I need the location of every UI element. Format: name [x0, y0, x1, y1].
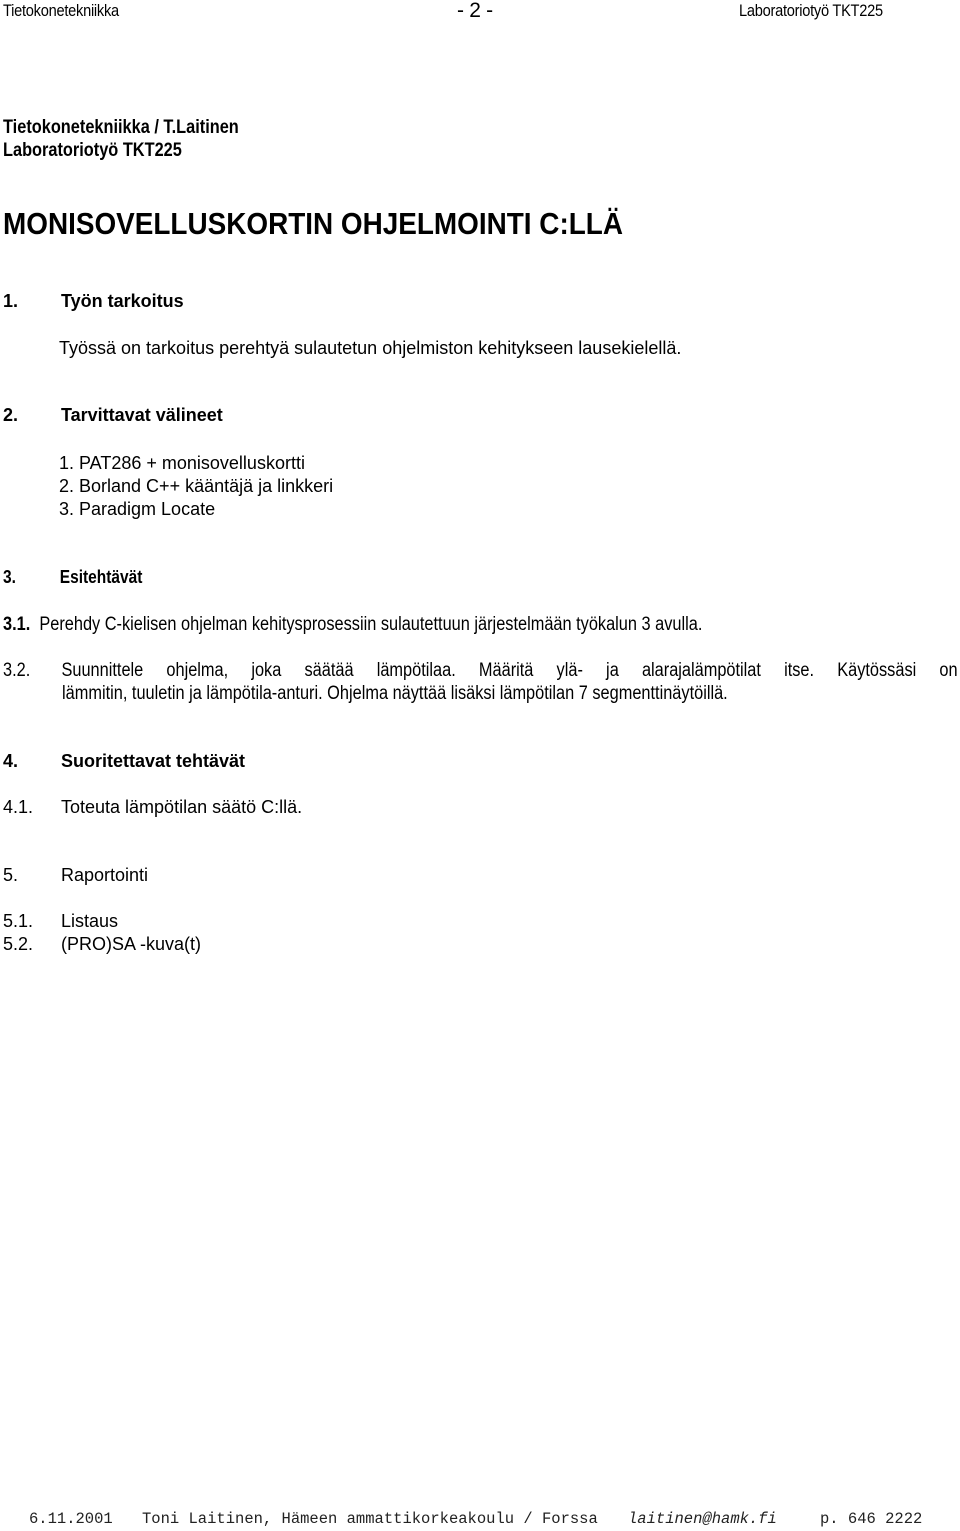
subsection-5-2: 5.2. (PRO)SA -kuva(t)	[3, 934, 201, 955]
subsection-number: 3.2.	[3, 660, 31, 681]
subsection-text: Perehdy C-kielisen ohjelman kehitysprose…	[39, 614, 703, 635]
section-title: Suoritettavat tehtävät	[61, 751, 246, 771]
section-title: Raportointi	[61, 865, 149, 885]
section-title: Työn tarkoitus	[61, 291, 184, 311]
section-number: 1.	[3, 291, 19, 311]
subsection-text: (PRO)SA -kuva(t)	[61, 934, 202, 954]
section-2-heading: 2. Tarvittavat välineet	[3, 405, 223, 426]
section-number: 3.	[3, 567, 16, 587]
section-number: 2.	[3, 405, 19, 425]
section-5-heading: 5. Raportointi	[3, 865, 148, 886]
subsection-4-1: 4.1. Toteuta lämpötilan säätö C:llä.	[3, 797, 302, 818]
footer-email[interactable]: laitinen@hamk.fi	[628, 1510, 777, 1528]
subsection-3-2: 3.2. Suunnittele ohjelma, joka säätää lä…	[3, 660, 960, 682]
list-item: 3. Paradigm Locate	[59, 499, 216, 519]
subsection-text-line1: Suunnittele ohjelma, joka säätää lämpöti…	[61, 660, 958, 681]
section-4-heading: 4. Suoritettavat tehtävät	[3, 751, 245, 772]
section-3-heading: 3. Esitehtävät	[3, 567, 142, 588]
subsection-number: 5.2.	[3, 934, 34, 954]
subsection-number: 5.1.	[3, 911, 34, 931]
course-author: Tietokonetekniikka / T.Laitinen	[3, 117, 239, 138]
section-title: Esitehtävät	[59, 567, 143, 587]
subsection-text-line2: lämmitin, tuuletin ja lämpötila-anturi. …	[62, 683, 728, 704]
subsection-3-1: 3.1. Perehdy C-kielisen ohjelman kehitys…	[3, 614, 702, 636]
document-title: MONISOVELLUSKORTIN OHJELMOINTI C:LLÄ	[3, 206, 623, 241]
subsection-text: Toteuta lämpötilan säätö C:llä.	[61, 797, 303, 817]
running-header-right: Laboratoriotyö TKT225	[739, 1, 883, 20]
subsection-number: 3.1.	[3, 614, 31, 635]
subsection-5-1: 5.1. Listaus	[3, 911, 118, 932]
page-number: - 2 -	[457, 0, 493, 22]
list-item: 1. PAT286 + monisovelluskortti	[59, 453, 305, 473]
footer-phone: p. 646 2222	[820, 1510, 923, 1528]
footer-author: Toni Laitinen, Hämeen ammattikorkeakoulu…	[142, 1510, 598, 1528]
section-number: 4.	[3, 751, 19, 771]
section-1-text: Työssä on tarkoitus perehtyä sulautetun …	[59, 338, 682, 358]
section-title: Tarvittavat välineet	[61, 405, 223, 425]
list-item: 2. Borland C++ kääntäjä ja linkkeri	[59, 476, 334, 496]
section-1-heading: 1. Työn tarkoitus	[3, 291, 184, 312]
subsection-number: 4.1.	[3, 797, 34, 817]
section-number: 5.	[3, 865, 19, 885]
subsection-text: Listaus	[61, 911, 119, 931]
running-header-left: Tietokonetekniikka	[3, 1, 119, 20]
footer-date: 6.11.2001	[29, 1510, 113, 1528]
lab-id: Laboratoriotyö TKT225	[3, 140, 182, 161]
